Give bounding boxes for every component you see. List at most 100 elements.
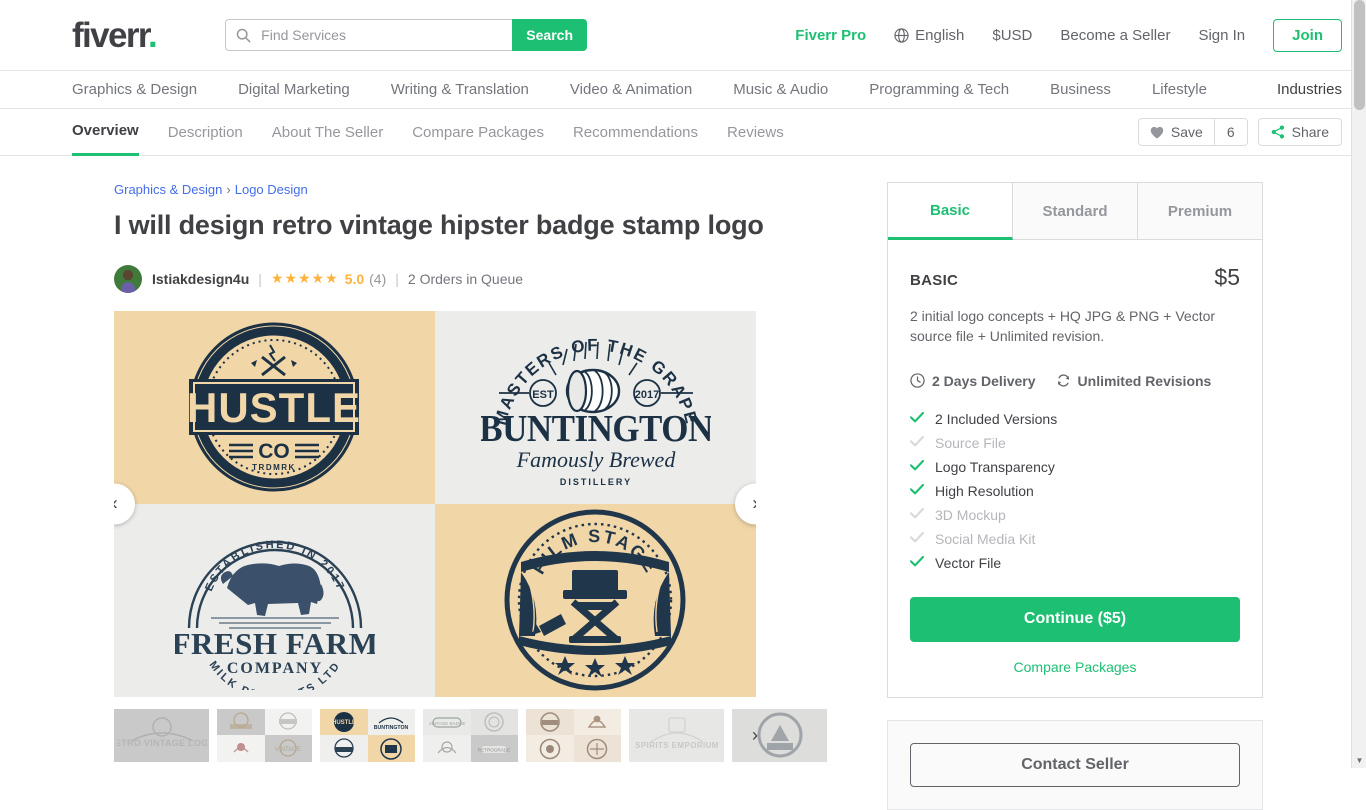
clock-icon	[910, 373, 925, 388]
gallery-image-film-stage[interactable]: FILM STAGE	[435, 503, 756, 697]
seller-divider-1: |	[258, 270, 262, 287]
nav-industries[interactable]: Industries	[1277, 81, 1342, 98]
svg-text:BUNTINGTON: BUNTINGTON	[374, 725, 409, 731]
seller-name[interactable]: Istiakdesign4u	[152, 271, 249, 287]
nav-programming-tech[interactable]: Programming & Tech	[869, 81, 1009, 98]
svg-text:SPIRITS EMPORIUM: SPIRITS EMPORIUM	[635, 741, 719, 750]
nav-lifestyle[interactable]: Lifestyle	[1152, 81, 1207, 98]
site-header: fiverr. Search Fiverr Pro English $USD B…	[0, 0, 1366, 71]
gig-gallery: AUTHENTIC DESIGN FINEST CRAFTING TOOLS	[114, 310, 756, 697]
share-button[interactable]: Share	[1257, 118, 1342, 146]
nav-video-animation[interactable]: Video & Animation	[570, 81, 692, 98]
gig-page-body: Graphics & Design › Logo Design I will des…	[0, 156, 1366, 810]
thumbnails-next-button[interactable]: ›	[742, 722, 768, 748]
thumbnail-4[interactable]: VINTAGE BADGE RETROGRADE	[423, 708, 518, 762]
avatar[interactable]	[114, 264, 142, 293]
nav-business[interactable]: Business	[1050, 81, 1111, 98]
svg-text:RETRO VINTAGE LOGO: RETRO VINTAGE LOGO	[117, 738, 207, 748]
tab-about-the-seller[interactable]: About The Seller	[272, 109, 383, 156]
nav-graphics-design[interactable]: Graphics & Design	[72, 81, 197, 98]
gallery-slide: AUTHENTIC DESIGN FINEST CRAFTING TOOLS	[114, 310, 756, 697]
tab-reviews[interactable]: Reviews	[727, 109, 784, 156]
svg-text:RETROGRADE: RETROGRADE	[478, 747, 510, 752]
package-header: BASIC $5	[910, 264, 1240, 291]
save-button[interactable]: Save	[1139, 118, 1214, 146]
package-tab-basic[interactable]: Basic	[888, 183, 1013, 240]
gallery-image-fresh-farm[interactable]: ESTABLISHED IN 2017 FRESH FARM COMPANY M…	[114, 503, 435, 697]
package-tabs: Basic Standard Premium	[888, 183, 1262, 240]
contact-seller-section: Contact Seller	[887, 719, 1263, 810]
search-icon	[236, 28, 251, 43]
check-icon	[910, 411, 924, 426]
tab-description[interactable]: Description	[168, 109, 243, 156]
language-label: English	[915, 26, 965, 44]
package-tab-standard[interactable]: Standard	[1013, 183, 1138, 240]
svg-text:DISTILLERY: DISTILLERY	[559, 477, 631, 487]
join-button[interactable]: Join	[1273, 18, 1342, 52]
compare-packages-link[interactable]: Compare Packages	[910, 659, 1240, 675]
breadcrumb-child[interactable]: Logo Design	[235, 182, 308, 197]
search-button[interactable]: Search	[512, 19, 588, 51]
save-group: Save 6	[1137, 118, 1248, 146]
tab-overview[interactable]: Overview	[72, 109, 139, 156]
svg-text:2017: 2017	[634, 389, 658, 401]
rating-value: 5.0	[344, 270, 365, 287]
gallery-image-buntington[interactable]: MASTERS OF THE GRAPE EST 2017 BUNTINGTON…	[435, 310, 756, 504]
chevron-left-icon: ‹	[114, 494, 118, 513]
package-description: 2 initial logo concepts + HQ JPG & PNG +…	[910, 308, 1216, 345]
package-meta-row: 2 Days Delivery Unlimited Revisions	[910, 373, 1240, 389]
breadcrumb-separator: ›	[226, 182, 231, 197]
nav-digital-marketing[interactable]: Digital Marketing	[238, 81, 350, 98]
breadcrumb-parent[interactable]: Graphics & Design	[114, 182, 222, 197]
check-icon	[910, 507, 924, 522]
thumbnail-5[interactable]	[526, 708, 621, 762]
feature-social-media-kit: Social Media Kit	[910, 527, 1240, 551]
become-a-seller-link[interactable]: Become a Seller	[1060, 27, 1170, 44]
thumbnail-2[interactable]: VINTAGE	[217, 708, 312, 762]
continue-button[interactable]: Continue ($5)	[910, 596, 1240, 642]
svg-text:EST: EST	[532, 389, 554, 401]
feature-high-resolution: High Resolution	[910, 479, 1240, 503]
refresh-icon	[1056, 373, 1071, 388]
feature-vector-file: Vector File	[910, 551, 1240, 575]
thumbnail-6[interactable]: SPIRITS EMPORIUM	[629, 708, 724, 762]
revisions-label: Unlimited Revisions	[1077, 372, 1212, 389]
check-icon	[910, 459, 924, 474]
breadcrumb: Graphics & Design › Logo Design	[114, 182, 859, 197]
fiverr-logo[interactable]: fiverr.	[72, 15, 158, 55]
gig-left-column: Graphics & Design › Logo Design I will des…	[114, 182, 859, 810]
svg-text:COMPANY: COMPANY	[226, 660, 322, 677]
contact-seller-button[interactable]: Contact Seller	[910, 742, 1240, 787]
scroll-down-icon[interactable]: ▼	[1352, 753, 1366, 768]
nav-writing-translation[interactable]: Writing & Translation	[391, 81, 529, 98]
gallery-thumbnails: RETRO VINTAGE LOGO VINTAGE HUSTLE BUNTIN…	[114, 708, 827, 762]
gig-tabs: Overview Description About The Seller Co…	[0, 109, 1366, 156]
search-input[interactable]	[259, 26, 503, 44]
sign-in-link[interactable]: Sign In	[1198, 27, 1245, 44]
gig-right-column: Basic Standard Premium BASIC $5 2 initia…	[887, 182, 1263, 810]
search-input-wrap[interactable]	[225, 19, 513, 51]
check-icon	[910, 555, 924, 570]
chevron-right-icon: ›	[752, 724, 758, 745]
revisions: Unlimited Revisions	[1056, 372, 1212, 389]
thumbnail-3[interactable]: HUSTLE BUNTINGTON	[320, 708, 415, 762]
svg-text:VINTAGE: VINTAGE	[275, 747, 301, 753]
scrollbar-thumb[interactable]	[1354, 0, 1365, 110]
thumbnail-1[interactable]: RETRO VINTAGE LOGO	[114, 708, 209, 762]
feature-label: 3D Mockup	[935, 506, 1006, 523]
share-icon	[1271, 125, 1285, 139]
language-selector[interactable]: English	[894, 27, 964, 44]
category-nav: Graphics & Design Digital Marketing Writ…	[0, 71, 1366, 109]
page-scrollbar[interactable]: ▲ ▼	[1351, 0, 1366, 768]
logo-dot: .	[148, 15, 158, 55]
nav-music-audio[interactable]: Music & Audio	[733, 81, 828, 98]
package-tab-premium[interactable]: Premium	[1138, 183, 1262, 240]
svg-text:Famously Brewed: Famously Brewed	[515, 447, 676, 472]
gallery-image-hustle[interactable]: AUTHENTIC DESIGN FINEST CRAFTING TOOLS	[114, 310, 435, 504]
heart-icon	[1150, 126, 1164, 139]
currency-selector[interactable]: $USD	[992, 27, 1032, 44]
tab-compare-packages[interactable]: Compare Packages	[412, 109, 544, 156]
tab-recommendations[interactable]: Recommendations	[573, 109, 698, 156]
svg-text:BUNTINGTON: BUNTINGTON	[481, 408, 711, 450]
fiverr-pro-link[interactable]: Fiverr Pro	[795, 27, 866, 44]
